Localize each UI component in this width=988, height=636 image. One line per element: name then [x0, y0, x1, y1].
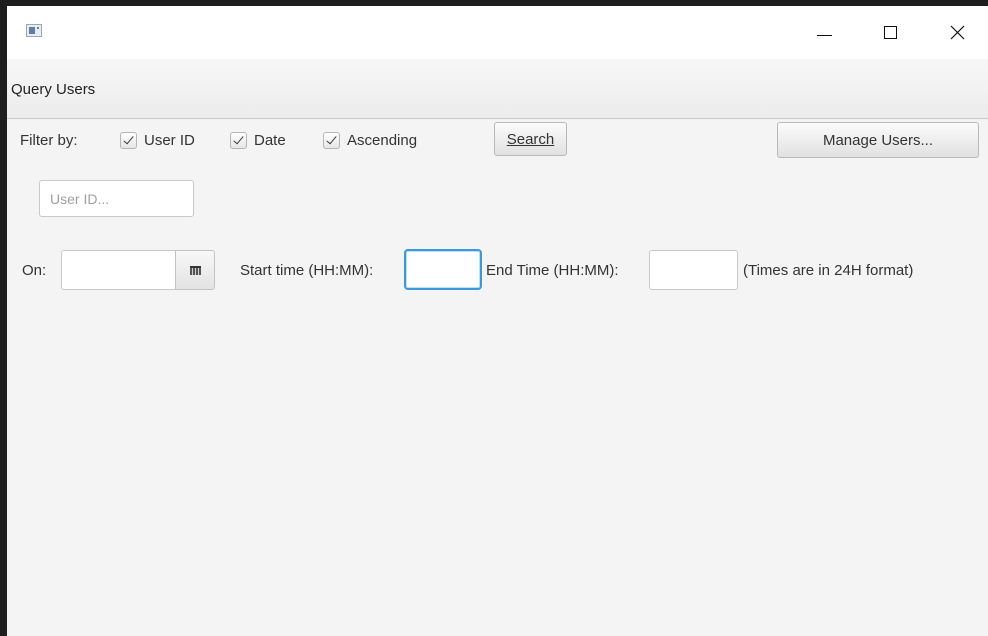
search-button-label: Search [506, 130, 555, 148]
end-time-input[interactable] [649, 250, 738, 290]
maximize-button[interactable] [867, 6, 913, 59]
maximize-icon [883, 26, 897, 39]
date-checkbox[interactable] [230, 132, 247, 149]
app-icon [26, 24, 42, 37]
filter-label: Filter by: [20, 132, 78, 149]
userid-input[interactable] [39, 180, 194, 217]
time-format-note: (Times are in 24H format) [743, 262, 914, 279]
minimize-button[interactable] [801, 6, 847, 59]
minimize-icon [816, 35, 832, 36]
date-input[interactable] [61, 250, 176, 290]
page-header: Query Users [7, 59, 988, 119]
ascending-checkbox[interactable] [323, 132, 340, 149]
search-button[interactable]: Search [494, 122, 567, 156]
close-icon [950, 25, 964, 40]
page-title: Query Users [11, 81, 96, 98]
date-picker-button[interactable] [175, 250, 215, 290]
manage-users-button-label: Manage Users... [822, 131, 934, 149]
title-bar[interactable] [7, 6, 988, 59]
end-time-label: End Time (HH:MM): [486, 262, 619, 279]
userid-checkbox-label[interactable]: User ID [144, 132, 195, 149]
start-time-label: Start time (HH:MM): [240, 262, 374, 279]
ascending-checkbox-label[interactable]: Ascending [347, 132, 417, 149]
userid-checkbox[interactable] [120, 132, 137, 149]
on-label: On: [22, 262, 47, 279]
start-time-input[interactable] [404, 249, 482, 290]
date-checkbox-label[interactable]: Date [254, 132, 286, 149]
calendar-icon [189, 265, 201, 275]
manage-users-button[interactable]: Manage Users... [777, 122, 979, 158]
close-button[interactable] [934, 6, 980, 59]
app-window: Query Users Filter by: User ID Date Asce… [7, 6, 988, 636]
